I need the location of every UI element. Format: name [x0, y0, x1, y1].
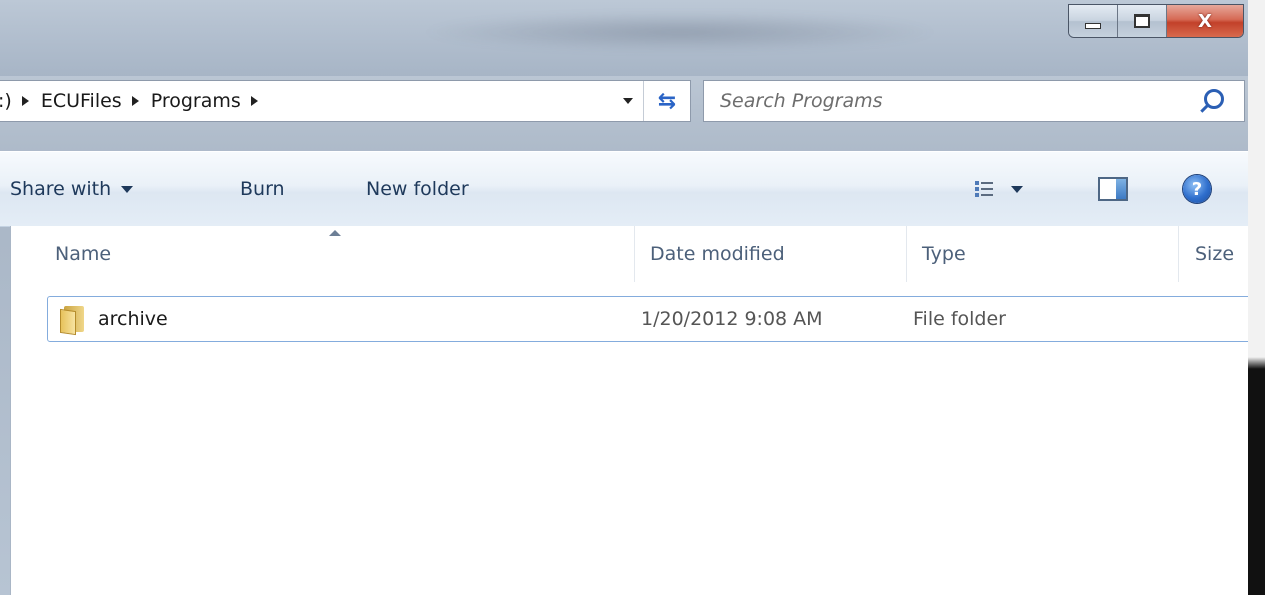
sort-ascending-icon — [329, 230, 341, 236]
folder-icon — [60, 304, 88, 336]
title-bar[interactable] — [0, 0, 1248, 76]
new-folder-button[interactable]: New folder — [366, 152, 469, 226]
column-header-name-label: Name — [55, 243, 112, 265]
back-forward-icon: ⇆ — [657, 88, 677, 114]
share-with-button[interactable]: Share with — [10, 152, 134, 226]
preview-pane-icon — [1098, 177, 1128, 201]
preview-pane-button[interactable] — [1098, 152, 1128, 226]
column-header-size-label: Size — [1195, 243, 1235, 265]
breadcrumb-separator-icon[interactable] — [250, 96, 258, 106]
chevron-down-icon — [121, 185, 134, 193]
search-input[interactable]: Search Programs — [720, 90, 1204, 112]
maximize-icon — [1134, 14, 1150, 28]
column-header-type-label: Type — [922, 243, 966, 265]
type-cell: File folder — [913, 297, 1006, 341]
breadcrumb-separator-icon[interactable] — [131, 96, 139, 106]
column-header-name[interactable]: Name — [55, 226, 111, 282]
explorer-window: X :) ECUFiles Programs ⇆ Search Programs… — [0, 0, 1257, 595]
file-name: archive — [98, 308, 168, 330]
breadcrumb-ecufiles[interactable]: ECUFiles — [41, 90, 122, 112]
breadcrumb: :) ECUFiles Programs — [0, 90, 270, 112]
column-header-type[interactable]: Type — [922, 226, 966, 282]
breadcrumb-programs[interactable]: Programs — [151, 90, 241, 112]
close-button[interactable]: X — [1167, 5, 1243, 37]
burn-label: Burn — [240, 178, 285, 200]
help-button[interactable]: ? — [1183, 152, 1211, 226]
address-history-dropdown[interactable] — [616, 81, 640, 121]
breadcrumb-separator-icon[interactable] — [21, 96, 29, 106]
search-icon[interactable] — [1204, 89, 1224, 109]
close-icon: X — [1198, 10, 1212, 32]
command-bar: Share with Burn New folder ? — [0, 151, 1248, 227]
help-icon: ? — [1183, 175, 1211, 203]
table-row[interactable]: archive 1/20/2012 9:08 AM File folder — [47, 296, 1257, 342]
file-list[interactable]: Name Date modified Type Size archive 1/2… — [10, 226, 1257, 595]
share-with-label: Share with — [10, 178, 112, 200]
column-divider[interactable] — [634, 226, 635, 282]
views-icon — [975, 180, 993, 198]
change-view-button[interactable] — [975, 152, 1023, 226]
column-header-size[interactable]: Size — [1195, 226, 1234, 282]
refresh-button[interactable]: ⇆ — [643, 81, 690, 121]
column-header-date-label: Date modified — [650, 243, 785, 265]
file-date-modified: 1/20/2012 9:08 AM — [641, 308, 823, 330]
file-type: File folder — [913, 308, 1006, 330]
chevron-down-icon — [1011, 185, 1023, 193]
minimize-button[interactable] — [1069, 5, 1118, 37]
caption-buttons: X — [1068, 4, 1244, 38]
new-folder-label: New folder — [366, 178, 469, 200]
burn-button[interactable]: Burn — [240, 152, 285, 226]
date-modified-cell: 1/20/2012 9:08 AM — [641, 297, 823, 341]
column-header-date-modified[interactable]: Date modified — [650, 226, 785, 282]
search-box[interactable]: Search Programs — [703, 80, 1245, 122]
column-divider[interactable] — [906, 226, 907, 282]
minimize-icon — [1085, 23, 1101, 29]
column-divider[interactable] — [1178, 226, 1179, 282]
maximize-button[interactable] — [1118, 5, 1167, 37]
help-glyph: ? — [1191, 178, 1203, 200]
address-bar[interactable]: :) ECUFiles Programs ⇆ — [0, 80, 691, 122]
chevron-down-icon — [623, 98, 633, 104]
background-edge — [1248, 0, 1265, 595]
breadcrumb-drive[interactable]: :) — [0, 90, 12, 112]
file-name-cell[interactable]: archive — [60, 297, 168, 341]
